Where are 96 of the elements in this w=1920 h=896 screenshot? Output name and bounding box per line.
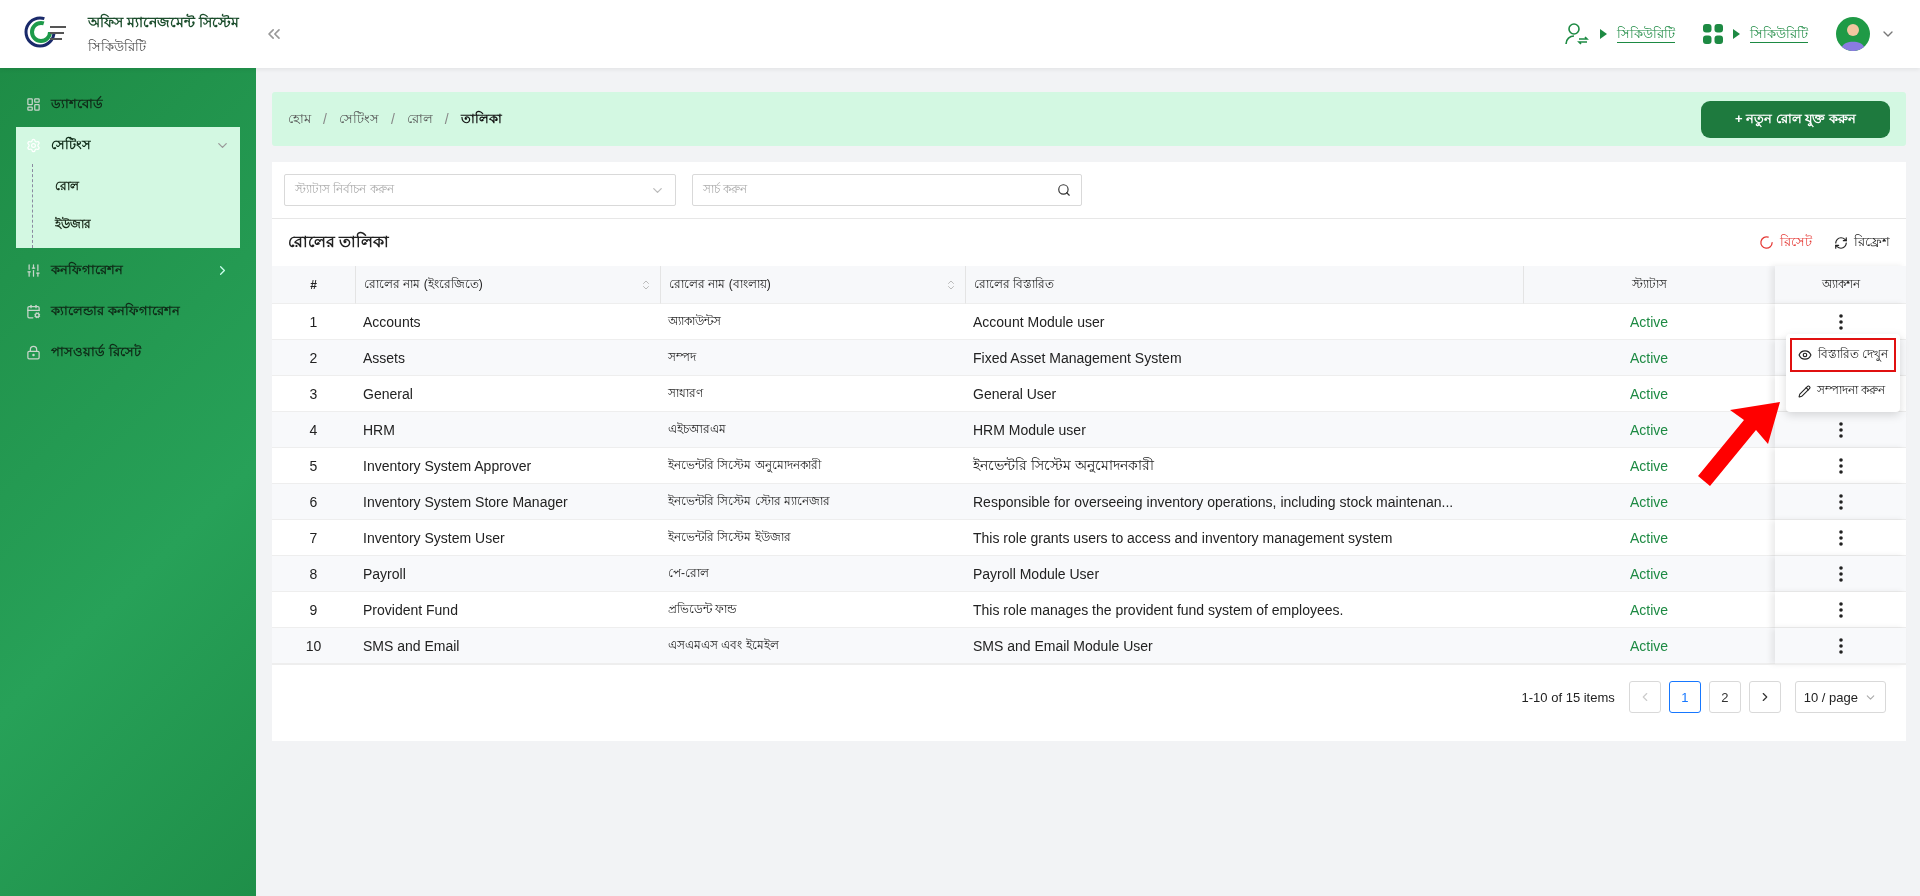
more-button[interactable] [1838, 421, 1843, 438]
dots-icon [1838, 493, 1843, 510]
calendar-gear-icon [26, 304, 41, 319]
table-cell: Payroll [355, 556, 660, 592]
table-cell: Assets [355, 340, 660, 376]
sort-icon [640, 278, 652, 291]
more-button[interactable] [1838, 637, 1843, 654]
table-cell: SMS and Email Module User [965, 628, 1523, 664]
table-cell: সম্পদ [660, 340, 965, 376]
page-button[interactable]: 2 [1708, 681, 1741, 713]
table-cell: HRM [355, 412, 660, 448]
refresh-button[interactable]: রিফ্রেশ [1834, 232, 1890, 253]
column-header: রোলের বিস্তারিত [965, 266, 1523, 304]
sidebar-item[interactable]: কনফিগারেশন [16, 252, 240, 289]
pencil-icon [1797, 384, 1811, 398]
table-cell: Fixed Asset Management System [965, 340, 1523, 376]
sidebar-subitem[interactable]: রোল [55, 168, 240, 206]
more-button[interactable] [1838, 457, 1843, 474]
sidebar-label: সেটিংস [51, 135, 91, 154]
module-link[interactable]: সিকিউরিটি [1750, 23, 1808, 45]
more-button[interactable] [1838, 493, 1843, 510]
table-cell: Responsible for overseeing inventory operations, including stock maintenan... [965, 484, 1523, 520]
sidebar-item[interactable]: সেটিংস [16, 127, 240, 164]
column-header[interactable]: রোলের নাম (ইংরেজিতে) [355, 266, 660, 304]
breadcrumb-separator: / [323, 111, 327, 127]
table-cell: 4 [272, 412, 355, 448]
add-role-button[interactable]: + নতুন রোল যুক্ত করুন [1700, 100, 1890, 138]
breadcrumb-link[interactable]: সেটিংস [338, 108, 379, 130]
status-text: Active [1523, 340, 1775, 376]
breadcrumb-separator: / [444, 111, 449, 127]
table-cell: Inventory System Store Manager [355, 484, 660, 520]
sidebar-subitem[interactable]: ইউজার [55, 206, 240, 244]
table-cell: Payroll Module User [965, 556, 1523, 592]
reset-icon [1759, 235, 1774, 250]
table-cell: এইচআরএম [660, 412, 965, 448]
avatar[interactable] [1836, 17, 1870, 51]
grid-icon[interactable] [1703, 24, 1723, 44]
more-button[interactable] [1838, 565, 1843, 582]
status-text: Active [1523, 628, 1775, 664]
table-cell: 6 [272, 484, 355, 520]
table-cell: এসএমএস এবং ইমেইল [660, 628, 965, 664]
caret-icon [1733, 29, 1740, 39]
menu-item[interactable]: বিস্তারিত দেখুন [1789, 338, 1896, 372]
sidebar-label: ড্যাশবোর্ড [51, 95, 103, 113]
app-title: অফিস ম্যানেজমেন্ট সিস্টেম [88, 12, 239, 32]
table-cell: HRM Module user [965, 412, 1523, 448]
breadcrumb-current: তালিকা [460, 109, 502, 128]
breadcrumb-separator: / [390, 111, 395, 127]
settings-icon [26, 138, 41, 153]
lock-icon [26, 345, 41, 360]
column-header: অ্যাকশন [1775, 266, 1906, 304]
dots-icon [1838, 313, 1843, 330]
sidebar-label: ক্যালেন্ডার কনফিগারেশন [51, 301, 180, 320]
column-header[interactable]: রোলের নাম (বাংলায়) [660, 266, 965, 304]
table-cell: 8 [272, 556, 355, 592]
menu-item[interactable]: সম্পাদনা করুন [1789, 374, 1896, 408]
reset-button[interactable]: রিসেট [1759, 232, 1812, 253]
sort-icon [945, 278, 957, 291]
app-subtitle: সিকিউরিটি [88, 37, 147, 56]
sidebar-item[interactable]: ড্যাশবোর্ড [16, 86, 240, 123]
more-button[interactable] [1838, 529, 1843, 546]
table-title: রোলের তালিকা [288, 230, 390, 252]
more-button[interactable] [1838, 601, 1843, 618]
sidebar-label: কনফিগারেশন [51, 260, 123, 279]
page-size-select[interactable]: 10 / page [1794, 681, 1886, 713]
page-button[interactable]: 1 [1668, 681, 1701, 713]
sidebar-item[interactable]: ক্যালেন্ডার কনফিগারেশন [16, 293, 240, 330]
column-header: # [272, 266, 355, 304]
breadcrumb-link[interactable]: হোম [288, 108, 311, 130]
table-cell: SMS and Email [355, 628, 660, 664]
sidebar-item[interactable]: পাসওয়ার্ড রিসেট [16, 334, 240, 371]
dots-icon [1838, 601, 1843, 618]
table-cell: 10 [272, 628, 355, 664]
pagination-summary: 1-10 of 15 items [1521, 689, 1615, 705]
table-cell: 2 [272, 340, 355, 376]
module-link[interactable]: সিকিউরিটি [1617, 23, 1675, 45]
table-cell: ইনভেন্টরি সিস্টেম স্টোর ম্যানেজার [660, 484, 965, 520]
dots-icon [1838, 565, 1843, 582]
refresh-icon [1834, 235, 1848, 250]
dashboard-icon [26, 97, 41, 112]
user-switch-icon[interactable] [1564, 22, 1590, 46]
column-header: স্ট্যাটাস [1523, 266, 1775, 304]
search-icon [1057, 183, 1071, 197]
sidebar-label: পাসওয়ার্ড রিসেট [51, 342, 141, 361]
dots-icon [1838, 529, 1843, 546]
dots-icon [1838, 637, 1843, 654]
dots-icon [1838, 421, 1843, 438]
eye-icon [1797, 348, 1812, 362]
status-text: Active [1523, 556, 1775, 592]
more-button[interactable] [1838, 313, 1843, 330]
caret-icon [1600, 29, 1607, 39]
sliders-icon [26, 263, 41, 278]
table-cell: পে-রোল [660, 556, 965, 592]
breadcrumb-link[interactable]: রোল [406, 108, 433, 130]
dots-icon [1838, 457, 1843, 474]
status-text: Active [1523, 484, 1775, 520]
